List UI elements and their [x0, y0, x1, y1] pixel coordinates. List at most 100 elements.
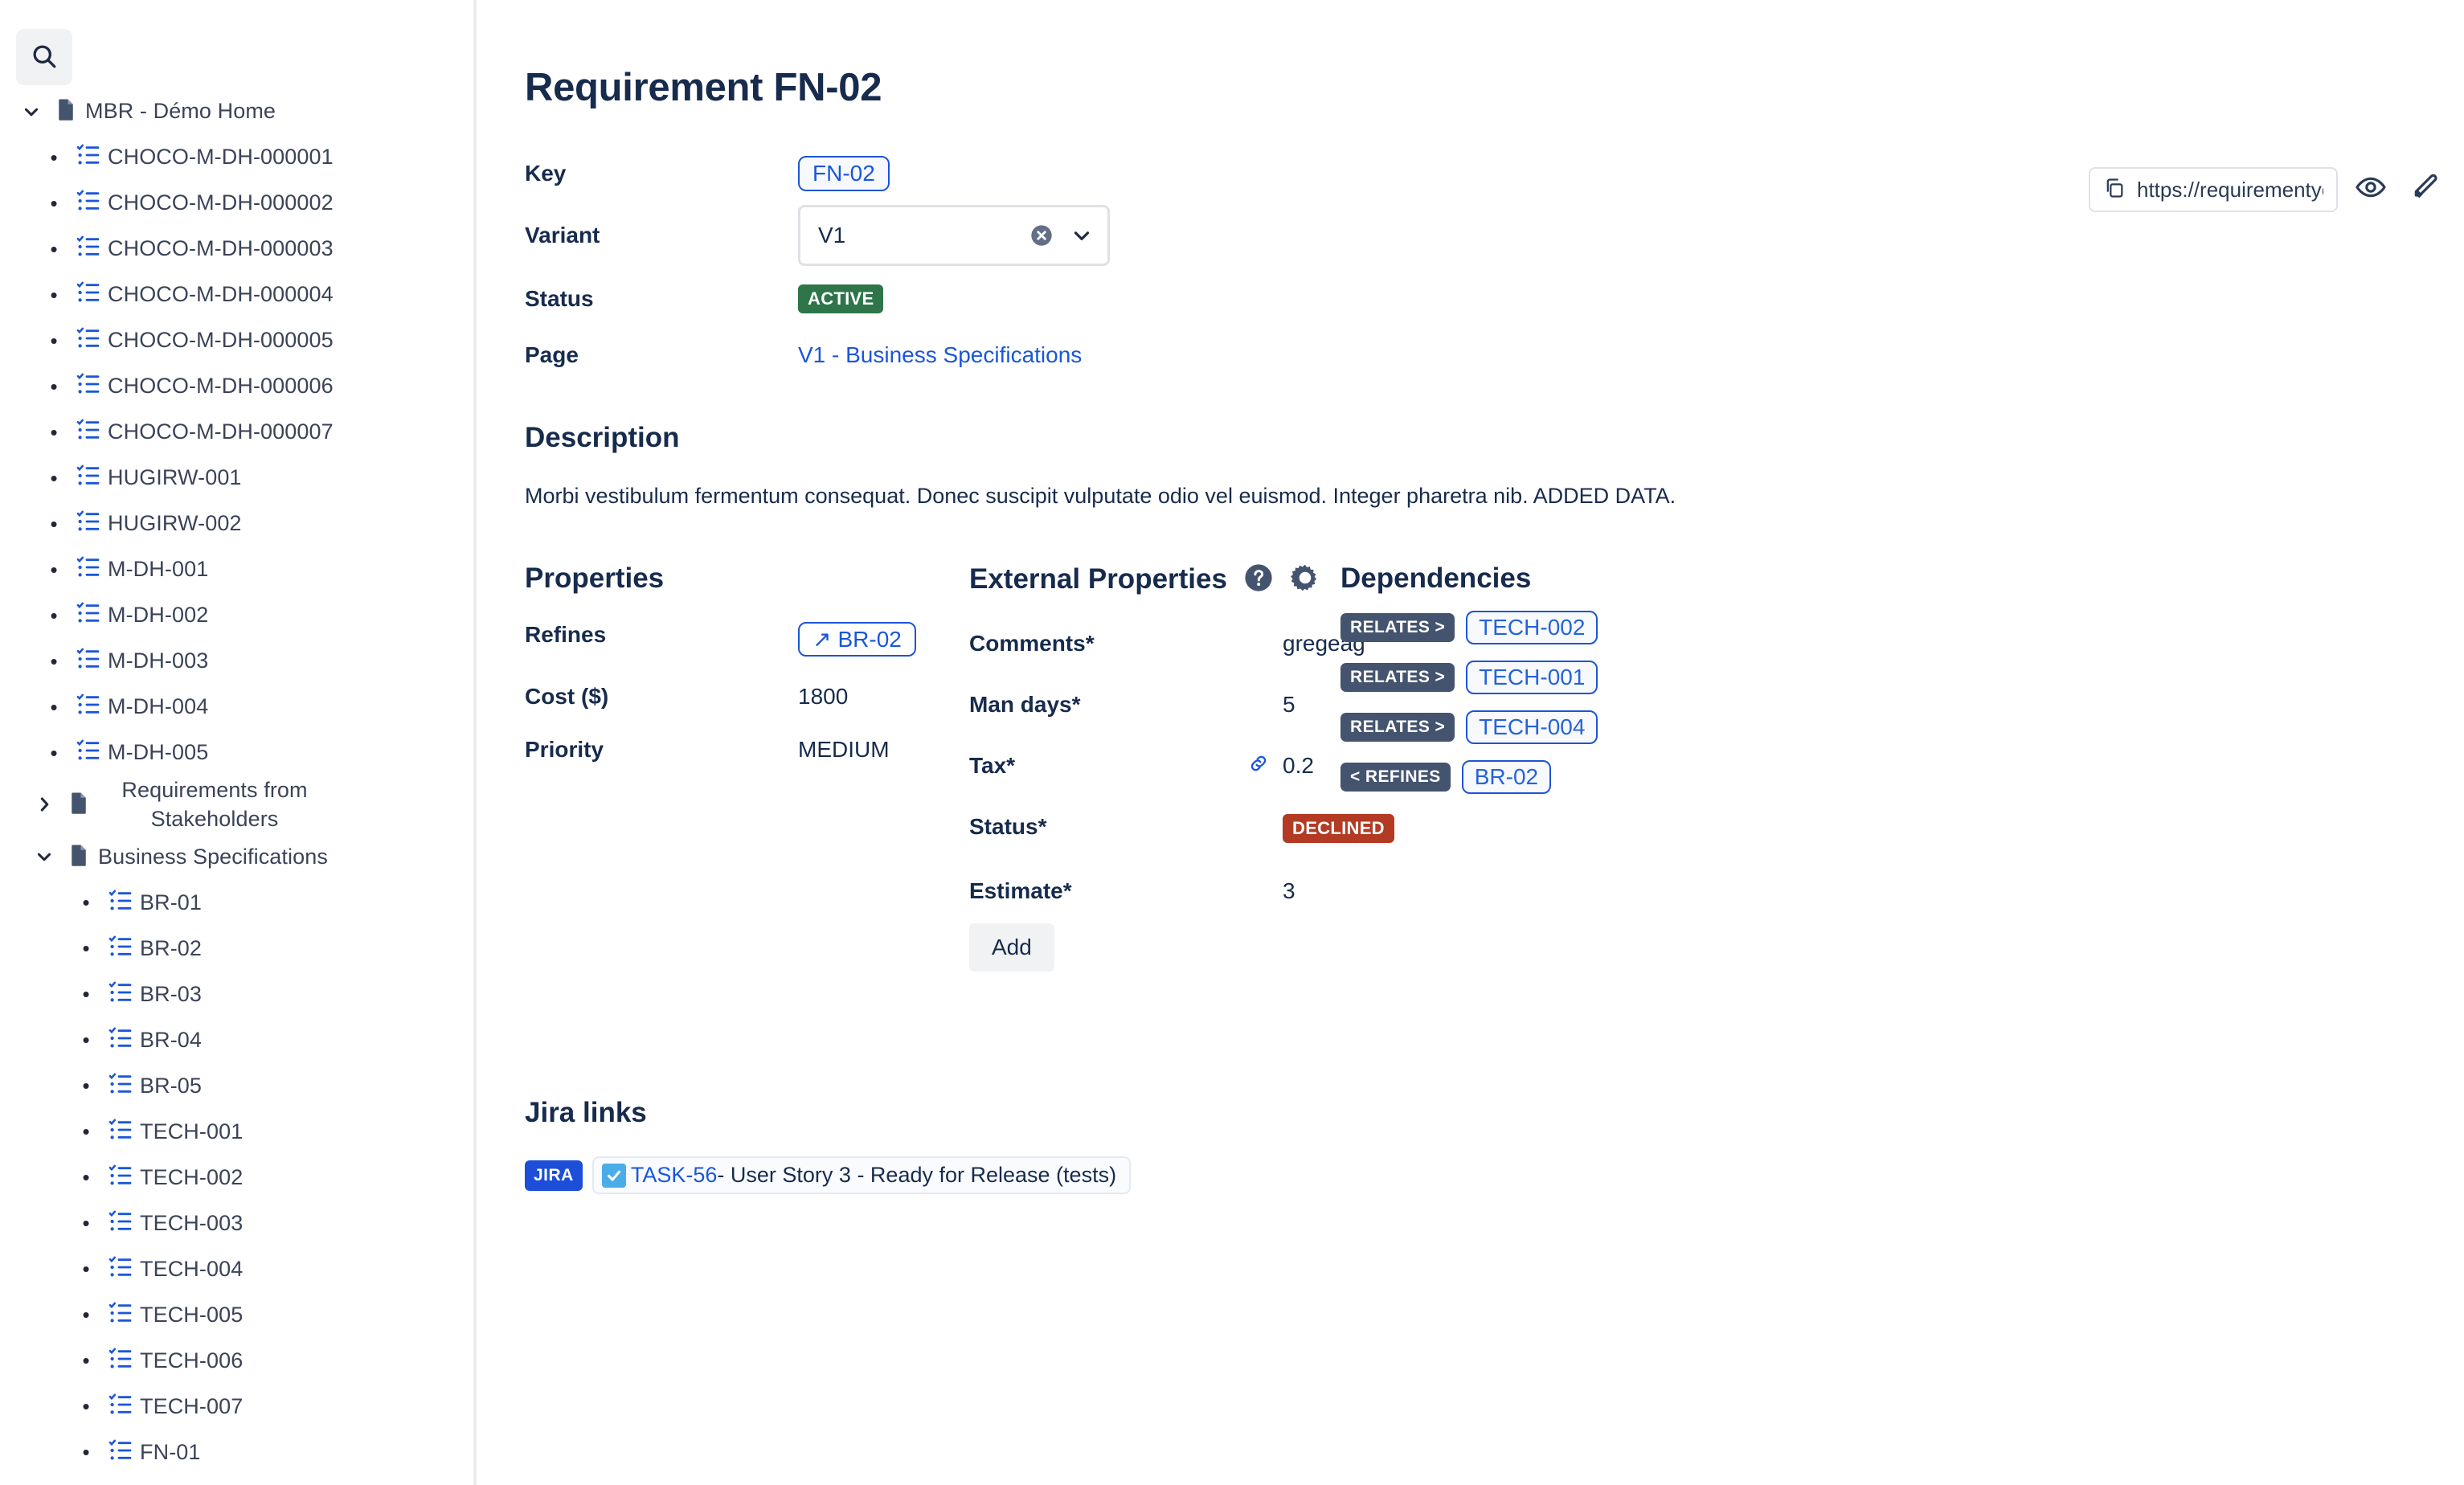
search-button[interactable] — [16, 29, 72, 85]
bullet-icon: • — [50, 465, 58, 490]
tree-item-br-04[interactable]: • BR-04 — [0, 1017, 473, 1063]
bullet-icon: • — [82, 1257, 90, 1282]
help-button[interactable] — [1243, 562, 1274, 595]
tree-item-label: CHOCO-M-DH-000003 — [108, 236, 334, 260]
tree-item-label: CHOCO-M-DH-000004 — [108, 282, 334, 306]
dependency-key-chip[interactable]: TECH-002 — [1466, 611, 1598, 644]
tree-item-m-dh-004[interactable]: • M-DH-004 — [0, 684, 473, 730]
dependency-key-chip[interactable]: BR-02 — [1461, 760, 1552, 794]
tree-item-choco-m-dh-000006[interactable]: • CHOCO-M-DH-000006 — [0, 363, 473, 409]
tree-item-choco-m-dh-000003[interactable]: • CHOCO-M-DH-000003 — [0, 226, 473, 272]
tree-item-label: M-DH-004 — [108, 694, 209, 718]
dependency-row: RELATES > TECH-004 — [1340, 710, 1742, 744]
requirement-list-icon — [108, 1438, 133, 1467]
permalink-text: https://requirementyogi. — [2137, 177, 2323, 202]
variant-select[interactable]: V1 — [798, 205, 1110, 266]
tree-item-label: TECH-004 — [140, 1256, 244, 1281]
tree-item-choco-m-dh-000001[interactable]: • CHOCO-M-DH-000001 — [0, 134, 473, 180]
tree-item-m-dh-003[interactable]: • M-DH-003 — [0, 638, 473, 684]
external-property-label: Man days* — [969, 692, 1081, 717]
requirement-list-icon — [108, 888, 133, 918]
edit-button[interactable] — [2403, 166, 2448, 211]
tree-item-label: M-DH-001 — [108, 557, 209, 581]
tree-item-br-03[interactable]: • BR-03 — [0, 972, 473, 1017]
dependency-relation-badge[interactable]: < REFINES — [1340, 763, 1451, 792]
tree-item-choco-m-dh-000004[interactable]: • CHOCO-M-DH-000004 — [0, 272, 473, 317]
page-link[interactable]: V1 - Business Specifications — [798, 342, 1082, 368]
settings-button[interactable] — [1290, 562, 1320, 595]
variant-label: Variant — [525, 223, 600, 248]
tree-item-fn-01[interactable]: • FN-01 — [0, 1430, 473, 1475]
requirement-list-icon — [76, 188, 101, 218]
tree-item-hugirw-002[interactable]: • HUGIRW-002 — [0, 501, 473, 546]
field-list: Key FN-02 Variant V1 Status ACTIVE Page … — [525, 145, 1110, 381]
dependency-key-chip[interactable]: TECH-001 — [1466, 661, 1598, 694]
tree-item-label: TECH-002 — [140, 1164, 244, 1189]
chevron-down-icon[interactable] — [29, 846, 59, 867]
copy-icon[interactable] — [2103, 177, 2126, 203]
dependency-relation-badge[interactable]: RELATES > — [1340, 663, 1455, 692]
jira-badge[interactable]: JIRA — [525, 1160, 583, 1191]
tree-item-tech-003[interactable]: • TECH-003 — [0, 1201, 473, 1246]
jira-links-section: Jira links JIRA TASK-56 - User Story 3 -… — [525, 1097, 1132, 1194]
status-badge: ACTIVE — [798, 284, 884, 313]
requirement-list-icon — [108, 1117, 133, 1147]
requirement-list-icon — [108, 1025, 133, 1055]
tree-item-tech-001[interactable]: • TECH-001 — [0, 1109, 473, 1155]
tree-item-tech-002[interactable]: • TECH-002 — [0, 1155, 473, 1201]
tree-item-fn-02[interactable]: •FN-02 — [0, 1475, 473, 1485]
tree-item-choco-m-dh-000005[interactable]: • CHOCO-M-DH-000005 — [0, 317, 473, 363]
requirement-list-icon — [108, 1300, 133, 1330]
permalink-box[interactable]: https://requirementyogi. — [2089, 167, 2338, 212]
chain-link-icon[interactable] — [1234, 753, 1283, 774]
tree-item-requirements-from-stakeholders[interactable]: Requirements from Stakeholders — [0, 775, 473, 834]
eye-icon — [2355, 171, 2387, 206]
tree-item-label: TECH-007 — [140, 1393, 244, 1418]
tree-item-tech-007[interactable]: • TECH-007 — [0, 1384, 473, 1430]
add-external-property-button[interactable]: Add — [969, 923, 1054, 972]
tree-item-m-dh-005[interactable]: • M-DH-005 — [0, 730, 473, 775]
clear-circle-icon[interactable] — [1027, 221, 1056, 250]
tree-item-choco-m-dh-000002[interactable]: • CHOCO-M-DH-000002 — [0, 180, 473, 226]
requirement-list-icon — [76, 463, 101, 493]
dependency-row: RELATES > TECH-001 — [1340, 661, 1742, 694]
tree-item-br-05[interactable]: • BR-05 — [0, 1063, 473, 1109]
key-label: Key — [525, 161, 567, 186]
field-row-page: Page V1 - Business Specifications — [525, 329, 1110, 381]
requirement-list-icon — [108, 1346, 133, 1376]
dependency-relation-badge[interactable]: RELATES > — [1340, 713, 1455, 742]
page-document-icon — [54, 97, 78, 125]
tree-item-m-dh-001[interactable]: • M-DH-001 — [0, 546, 473, 592]
bullet-icon: • — [50, 282, 58, 307]
key-chip[interactable]: FN-02 — [798, 156, 890, 191]
tree-item-choco-m-dh-000007[interactable]: • CHOCO-M-DH-000007 — [0, 409, 473, 455]
tree-item-business-specifications[interactable]: Business Specifications — [0, 834, 473, 880]
requirement-list-icon — [108, 1254, 133, 1284]
tree-item-mbr-d-mo-home[interactable]: MBR - Démo Home — [0, 88, 473, 134]
dependency-relation-badge[interactable]: RELATES > — [1340, 613, 1455, 642]
chevron-down-icon[interactable] — [16, 101, 47, 122]
preview-button[interactable] — [2348, 166, 2393, 211]
dependency-row: < REFINES BR-02 — [1340, 760, 1742, 794]
chevron-down-icon[interactable] — [1067, 221, 1096, 250]
bullet-icon: • — [82, 1303, 90, 1328]
requirement-list-icon — [76, 692, 101, 722]
tree-item-m-dh-002[interactable]: • M-DH-002 — [0, 592, 473, 638]
tree-item-tech-006[interactable]: • TECH-006 — [0, 1338, 473, 1384]
chevron-right-icon[interactable] — [29, 794, 59, 815]
dependency-key-chip[interactable]: TECH-004 — [1466, 710, 1598, 744]
tree-item-br-02[interactable]: • BR-02 — [0, 926, 473, 972]
requirement-list-icon — [76, 234, 101, 264]
requirement-list-icon — [108, 980, 133, 1009]
refines-chip[interactable]: ↗ BR-02 — [798, 622, 916, 657]
tree-item-label: CHOCO-M-DH-000005 — [108, 328, 334, 352]
tree-item-tech-004[interactable]: • TECH-004 — [0, 1246, 473, 1292]
tree-item-label: CHOCO-M-DH-000001 — [108, 145, 334, 169]
property-row: Refines ↗ BR-02 — [525, 622, 975, 657]
tree-item-hugirw-001[interactable]: • HUGIRW-001 — [0, 455, 473, 501]
tree-item-br-01[interactable]: • BR-01 — [0, 880, 473, 926]
jira-issue-card[interactable]: TASK-56 - User Story 3 - Ready for Relea… — [591, 1156, 1132, 1194]
tree-item-tech-005[interactable]: • TECH-005 — [0, 1292, 473, 1338]
bullet-icon: • — [50, 236, 58, 261]
tree-item-label: TECH-003 — [140, 1210, 244, 1235]
